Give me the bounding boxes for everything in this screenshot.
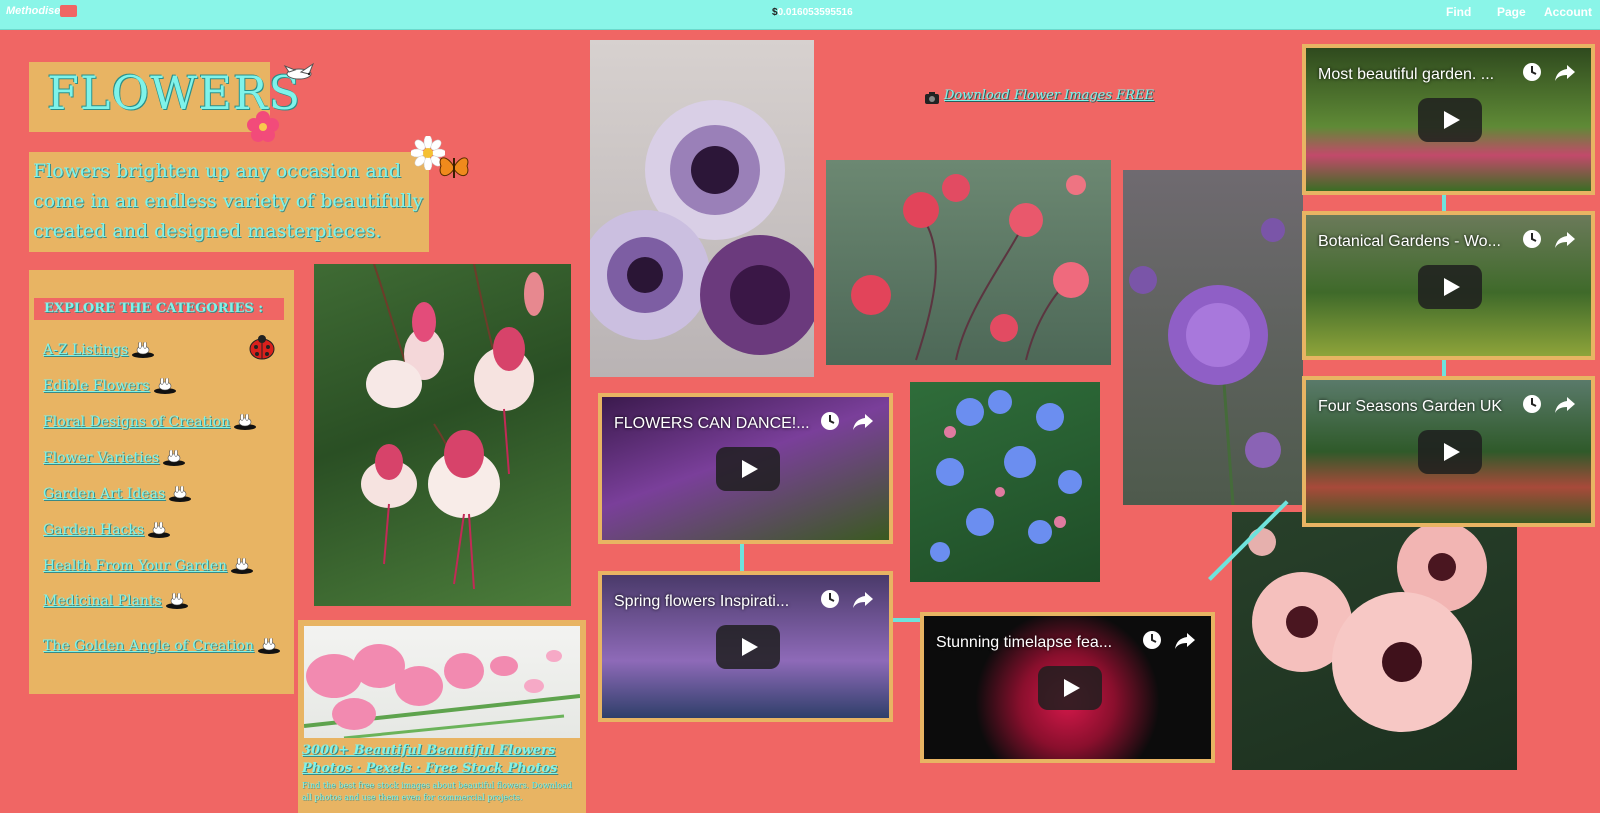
geum-illustration xyxy=(851,174,1089,361)
connector-line xyxy=(740,544,744,572)
stock-photo-card: 3000+ Beautiful Beautiful Flowers Photos… xyxy=(298,620,586,813)
nav-find[interactable]: Find xyxy=(1446,5,1471,19)
play-button[interactable] xyxy=(716,625,780,669)
clock-icon[interactable] xyxy=(820,589,840,609)
anemone-illustration xyxy=(590,100,814,355)
fuchsia-illustration xyxy=(361,264,544,590)
play-button[interactable] xyxy=(1418,265,1482,309)
rabbit-hat-icon xyxy=(148,522,171,538)
share-icon[interactable] xyxy=(1554,394,1576,414)
rabbit-hat-icon xyxy=(169,486,192,502)
gladiolus-illustration xyxy=(304,644,580,738)
clock-icon[interactable] xyxy=(1522,62,1542,82)
rabbit-hat-icon xyxy=(153,378,176,394)
blue-flowers-illustration xyxy=(930,390,1082,562)
category-link-a-z-listings[interactable]: A-Z Listings xyxy=(43,342,155,358)
gladiolus-photo[interactable] xyxy=(304,626,580,738)
video-stunning-timelapse[interactable]: Stunning timelapse fea... xyxy=(920,612,1215,763)
fuchsia-photo[interactable] xyxy=(314,264,571,606)
rabbit-hat-icon xyxy=(132,342,155,358)
category-link-garden-hacks[interactable]: Garden Hacks xyxy=(43,522,171,538)
poppies-photo[interactable] xyxy=(1232,512,1517,770)
ladybug-icon xyxy=(249,335,275,360)
category-link-floral-designs[interactable]: Floral Designs of Creation xyxy=(43,414,257,430)
rabbit-hat-icon xyxy=(257,638,280,654)
intro-text: Flowers brighten up any occasion and com… xyxy=(33,160,424,242)
category-link-health-from-garden[interactable]: Health From Your Garden xyxy=(43,558,254,574)
play-button[interactable] xyxy=(1038,666,1102,710)
connector-line xyxy=(890,618,924,622)
share-icon[interactable] xyxy=(1554,229,1576,249)
categories-panel: EXPLORE THE CATEGORIES : A-Z Listings Ed… xyxy=(29,270,294,694)
brand-logo[interactable]: Methodise xyxy=(6,5,77,17)
geum-photo[interactable] xyxy=(826,160,1111,365)
video-four-seasons-garden[interactable]: Four Seasons Garden UK xyxy=(1302,376,1595,527)
poppies-illustration xyxy=(1248,522,1487,732)
pink-flower-icon xyxy=(247,111,279,142)
rabbit-hat-icon xyxy=(234,414,257,430)
category-link-golden-angle[interactable]: The Golden Angle of Creation xyxy=(43,638,281,654)
category-link-garden-art-ideas[interactable]: Garden Art Ideas xyxy=(43,486,192,502)
categories-header: EXPLORE THE CATEGORIES : xyxy=(34,298,284,320)
category-link-edible-flowers[interactable]: Edible Flowers xyxy=(43,378,177,394)
rabbit-hat-icon xyxy=(165,593,188,609)
verbena-photo[interactable] xyxy=(1123,170,1303,505)
brand-suffix xyxy=(60,5,77,17)
nav-account[interactable]: Account xyxy=(1544,5,1592,19)
video-spring-flowers[interactable]: Spring flowers Inspirati... xyxy=(598,571,893,722)
butterfly-icon xyxy=(439,157,469,178)
share-icon[interactable] xyxy=(852,411,874,431)
title-panel: FLOWERS xyxy=(29,62,300,132)
brand-name: Methodise xyxy=(6,5,61,17)
intro-panel: Flowers brighten up any occasion and com… xyxy=(29,152,429,252)
video-title: FLOWERS CAN DANCE!... xyxy=(614,415,810,432)
price-value: 0.016053595516 xyxy=(777,7,853,18)
video-botanical-gardens[interactable]: Botanical Gardens - Wo... xyxy=(1302,211,1595,360)
dove-icon xyxy=(283,62,315,80)
play-button[interactable] xyxy=(1418,98,1482,142)
rabbit-hat-icon xyxy=(163,450,186,466)
clock-icon[interactable] xyxy=(820,411,840,431)
video-flowers-can-dance[interactable]: FLOWERS CAN DANCE!... xyxy=(598,393,893,544)
play-button[interactable] xyxy=(716,447,780,491)
rabbit-hat-icon xyxy=(231,558,254,574)
clock-icon[interactable] xyxy=(1522,394,1542,414)
download-images-link[interactable]: Download Flower Images FREE xyxy=(944,88,1154,103)
category-link-flower-varieties[interactable]: Flower Varieties xyxy=(43,450,186,466)
clock-icon[interactable] xyxy=(1142,630,1162,650)
category-link-medicinal-plants[interactable]: Medicinal Plants xyxy=(43,593,189,609)
video-title: Four Seasons Garden UK xyxy=(1318,398,1503,415)
video-title: Botanical Gardens - Wo... xyxy=(1318,233,1501,250)
connector-line xyxy=(1442,195,1446,211)
camera-icon xyxy=(925,92,939,104)
verbena-illustration xyxy=(1129,218,1285,505)
video-most-beautiful-garden[interactable]: Most beautiful garden. ... xyxy=(1302,44,1595,195)
nav-page[interactable]: Page xyxy=(1497,5,1526,19)
video-title: Spring flowers Inspirati... xyxy=(614,593,790,610)
top-bar: Methodise $0.016053595516 Find Page Acco… xyxy=(0,0,1600,30)
play-button[interactable] xyxy=(1418,430,1482,474)
share-icon[interactable] xyxy=(1174,630,1196,650)
share-icon[interactable] xyxy=(852,589,874,609)
clock-icon[interactable] xyxy=(1522,229,1542,249)
price-readout: $0.016053595516 xyxy=(772,7,853,18)
stock-photo-title-link[interactable]: 3000+ Beautiful Beautiful Flowers Photos… xyxy=(302,742,577,778)
anemone-photo[interactable] xyxy=(590,40,814,377)
stock-photo-description: Find the best free stock images about be… xyxy=(302,781,573,802)
video-title: Stunning timelapse fea... xyxy=(936,634,1113,651)
share-icon[interactable] xyxy=(1554,62,1576,82)
video-title: Most beautiful garden. ... xyxy=(1318,66,1495,83)
connector-line xyxy=(1442,360,1446,376)
blue-flowers-photo[interactable] xyxy=(910,382,1100,582)
